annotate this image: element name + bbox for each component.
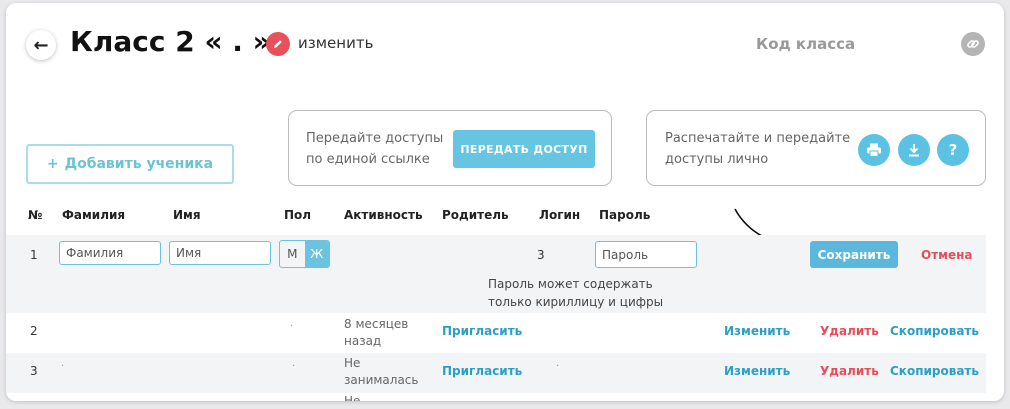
download-icon [909,144,919,157]
invite-parent-link[interactable]: Пригласить [442,364,522,378]
activity-value: Не [344,394,361,401]
header-surname: Фамилия [62,208,126,222]
gender-placeholder-dot: · [290,321,294,332]
arrow-left-icon: ← [33,34,49,56]
gender-option-f[interactable]: Ж [304,241,329,267]
class-page-card: ← Класс 2 « . » изменить Код класса + До… [6,3,1004,401]
edit-student-link[interactable]: Изменить [724,364,790,378]
row-num: 2 [30,324,38,338]
activity-value: Не занималась [344,356,419,387]
copy-student-link[interactable]: Скопировать [890,324,979,338]
login-placeholder-dot: · [556,361,560,372]
surname-input[interactable]: Фамилия [59,241,161,265]
cancel-button[interactable]: Отмена [921,248,973,262]
header-name: Имя [173,208,201,222]
gender-toggle[interactable]: М Ж [279,240,330,268]
page-title: Класс 2 « . » [70,25,271,58]
name-input[interactable]: Имя [169,241,271,265]
header-login: Логин [539,208,581,222]
print-access-panel: Распечатайте и передайте доступы лично ? [646,110,986,186]
printer-icon [867,143,881,157]
activity-value: 8 месяцев назад [344,317,409,348]
password-hint: Пароль может содержать только кириллицу … [488,277,664,309]
invite-parent-link[interactable]: Пригласить [442,324,522,338]
row-num: 1 [30,248,38,262]
row-num: 3 [30,364,38,378]
back-button[interactable]: ← [26,30,56,60]
link-icon[interactable] [961,32,985,56]
gender-option-m[interactable]: М [280,241,305,267]
header-activity: Активность [344,208,423,222]
share-access-panel: Передайте доступы по единой ссылке ПЕРЕД… [288,110,612,186]
login-value: 3 [537,248,545,262]
save-button[interactable]: Сохранить [810,241,898,268]
gender-placeholder-dot: · [292,361,296,372]
print-access-text: Распечатайте и передайте доступы лично [665,131,851,167]
plus-icon: + [46,156,59,172]
pencil-icon[interactable] [266,32,290,56]
class-code-label: Код класса [756,35,856,53]
edit-student-link[interactable]: Изменить [724,324,790,338]
download-button[interactable] [898,134,930,166]
help-button[interactable]: ? [937,134,969,166]
delete-student-link[interactable]: Удалить [820,324,879,338]
share-access-button[interactable]: ПЕРЕДАТЬ ДОСТУП [453,130,595,168]
print-button[interactable] [858,134,890,166]
header-password: Пароль [599,208,651,222]
add-student-label: Добавить ученика [64,156,214,172]
surname-placeholder-dot: · [61,361,65,372]
share-access-text: Передайте доступы по единой ссылке [306,131,444,167]
password-input[interactable]: Пароль [595,241,697,268]
copy-student-link[interactable]: Скопировать [890,364,979,378]
question-icon: ? [948,141,958,159]
delete-student-link[interactable]: Удалить [820,364,879,378]
header-parent: Родитель [442,208,509,222]
header-gender: Пол [284,208,312,222]
header-num: № [28,208,43,222]
edit-class-link[interactable]: изменить [298,34,373,52]
add-student-button[interactable]: + Добавить ученика [26,144,234,184]
